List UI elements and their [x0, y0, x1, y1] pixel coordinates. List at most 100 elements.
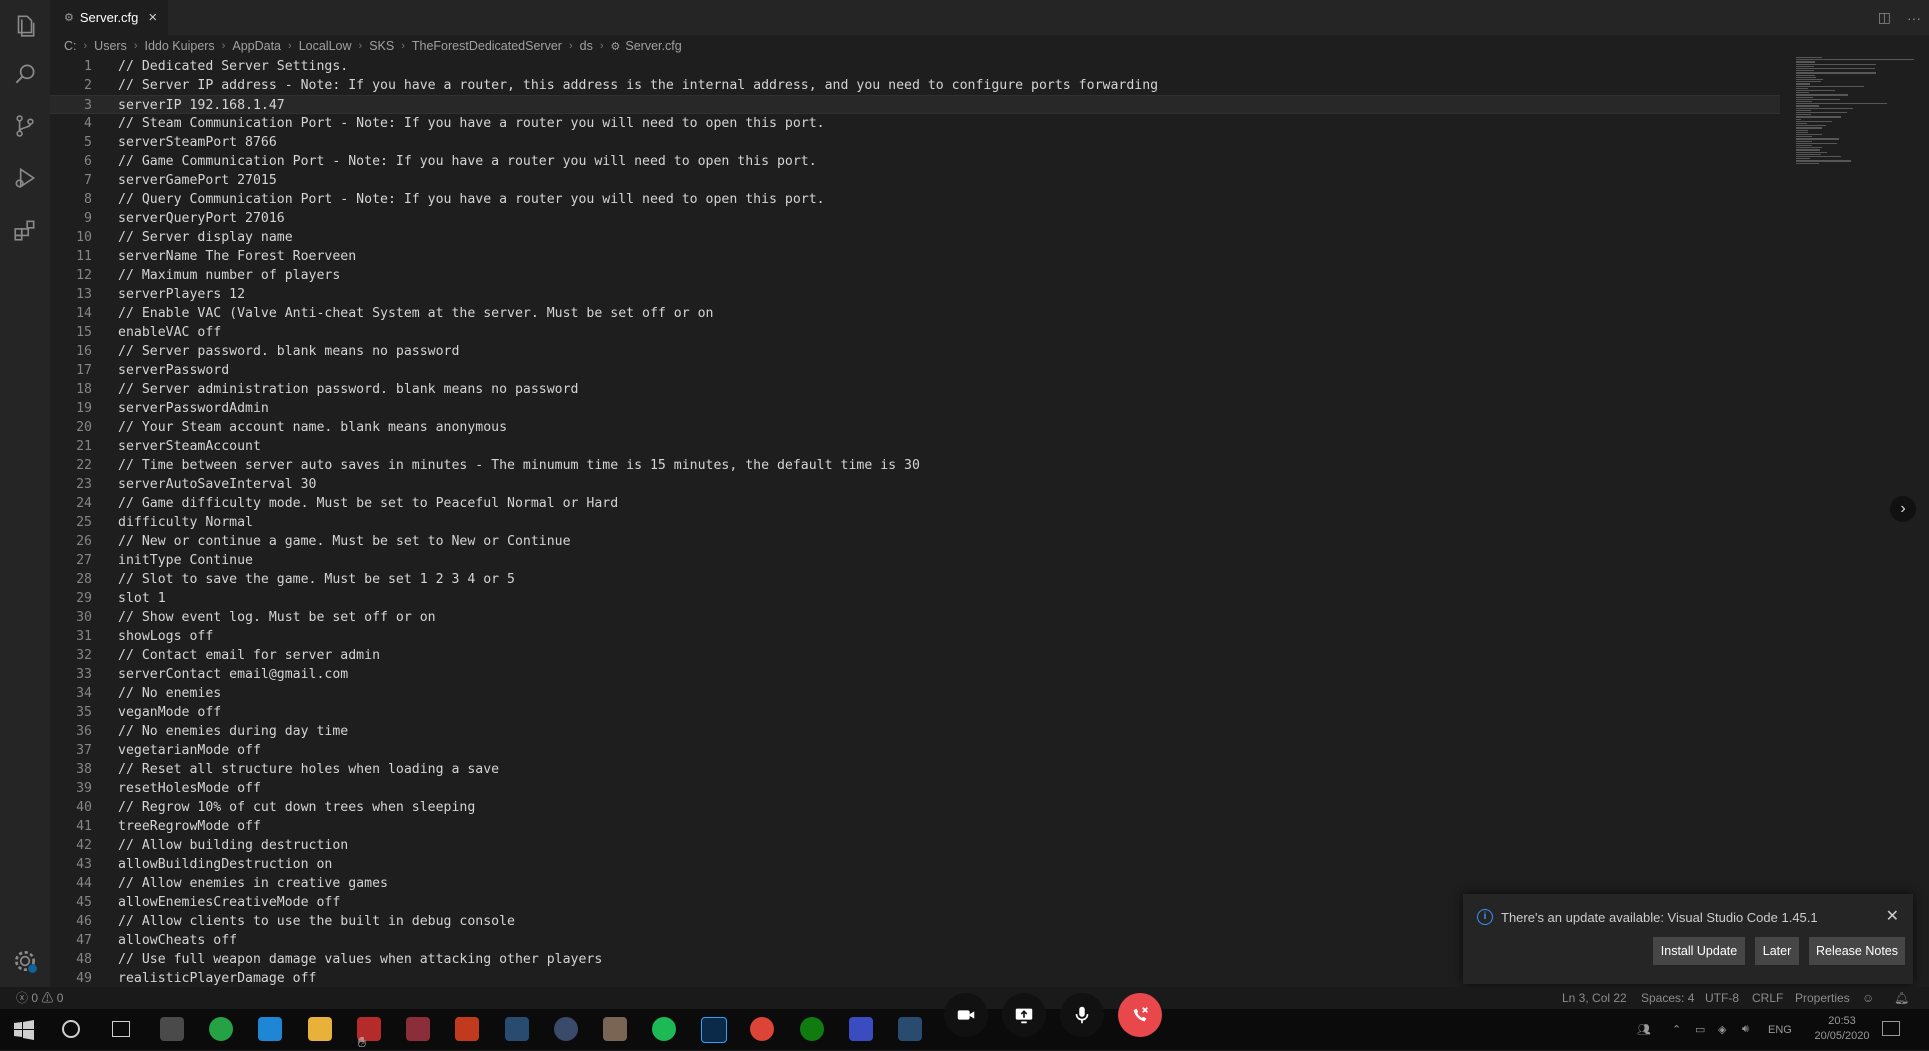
code-line[interactable]: 15 enableVAC off: [50, 323, 1780, 342]
minimap[interactable]: [1796, 57, 1916, 167]
source-control-icon[interactable]: [0, 100, 50, 152]
code-line[interactable]: 18 // Server administration password. bla…: [50, 380, 1780, 399]
run-icon[interactable]: [0, 152, 50, 204]
code-line[interactable]: 23 serverAutoSaveInterval 30: [50, 475, 1780, 494]
breadcrumb-item[interactable]: Iddo Kuipers: [145, 39, 215, 53]
code-line[interactable]: 27 initType Continue: [50, 551, 1780, 570]
app-icon[interactable]: [603, 1017, 627, 1041]
breadcrumb-item[interactable]: Server.cfg: [625, 39, 681, 53]
vscode-icon[interactable]: [258, 1017, 282, 1041]
breadcrumb-item[interactable]: C:: [64, 39, 77, 53]
steam-icon[interactable]: [898, 1017, 922, 1041]
code-line[interactable]: 26 // New or continue a game. Must be set…: [50, 532, 1780, 551]
code-line[interactable]: 20 // Your Steam account name. blank mean…: [50, 418, 1780, 437]
code-line[interactable]: 25 difficulty Normal: [50, 513, 1780, 532]
tray-volume-icon[interactable]: 🔊︎: [1742, 1009, 1749, 1050]
breadcrumb-item[interactable]: ds: [580, 39, 593, 53]
xbox-icon[interactable]: [800, 1017, 824, 1041]
code-line[interactable]: 36 // No enemies during day time: [50, 722, 1780, 741]
folder-icon[interactable]: [308, 1017, 332, 1041]
file-manager-icon[interactable]: [160, 1017, 184, 1041]
indentation[interactable]: Spaces: 4: [1641, 987, 1694, 1009]
tray-chevron-up-icon[interactable]: ⌃: [1672, 1009, 1681, 1050]
code-line[interactable]: 8 // Query Communication Port - Note: If …: [50, 190, 1780, 209]
app-icon[interactable]: [455, 1017, 479, 1041]
clock[interactable]: 20:53 20/05/2020: [1812, 1014, 1872, 1044]
code-line[interactable]: 1 // Dedicated Server Settings.: [50, 57, 1780, 76]
breadcrumb-item[interactable]: AppData: [232, 39, 281, 53]
code-line[interactable]: 4 // Steam Communication Port - Note: If …: [50, 114, 1780, 133]
code-line[interactable]: 37 vegetarianMode off: [50, 741, 1780, 760]
code-line[interactable]: 29 slot 1: [50, 589, 1780, 608]
breadcrumb-item[interactable]: SKS: [369, 39, 394, 53]
vertical-scrollbar[interactable]: [1922, 57, 1929, 987]
action-center-icon[interactable]: [1882, 1021, 1900, 1036]
code-line[interactable]: 21 serverSteamAccount: [50, 437, 1780, 456]
windows-start-icon[interactable]: [14, 1020, 34, 1040]
code-line[interactable]: 3 serverIP 192.168.1.47: [50, 95, 1780, 114]
cursor-position[interactable]: Ln 3, Col 22: [1562, 987, 1627, 1009]
code-line[interactable]: 41 treeRegrowMode off: [50, 817, 1780, 836]
microphone-button[interactable]: [1060, 993, 1104, 1037]
app-icon[interactable]: [554, 1017, 578, 1041]
feedback-icon[interactable]: ☺: [1862, 987, 1874, 1009]
line-endings[interactable]: CRLF: [1752, 987, 1783, 1009]
hang-up-button[interactable]: [1118, 993, 1162, 1037]
language-mode[interactable]: Properties: [1795, 987, 1850, 1009]
search-icon[interactable]: [0, 48, 50, 100]
code-line[interactable]: 2 // Server IP address - Note: If you hav…: [50, 76, 1780, 95]
code-line[interactable]: 40 // Regrow 10% of cut down trees when s…: [50, 798, 1780, 817]
code-line[interactable]: 16 // Server password. blank means no pas…: [50, 342, 1780, 361]
code-line[interactable]: 9 serverQueryPort 27016: [50, 209, 1780, 228]
breadcrumb-item[interactable]: LocalLow: [299, 39, 352, 53]
app-icon[interactable]: [849, 1017, 873, 1041]
screen-share-button[interactable]: [1002, 993, 1046, 1037]
more-actions-icon[interactable]: ···: [1907, 10, 1921, 26]
tab-server-cfg[interactable]: ⚙ Server.cfg ×: [50, 0, 168, 35]
breadcrumb-item[interactable]: Users: [94, 39, 127, 53]
code-line[interactable]: 28 // Slot to save the game. Must be set …: [50, 570, 1780, 589]
code-line[interactable]: 38 // Reset all structure holes when load…: [50, 760, 1780, 779]
tray-people-icon[interactable]: 👥︎: [1637, 1009, 1651, 1050]
code-line[interactable]: 17 serverPassword: [50, 361, 1780, 380]
encoding[interactable]: UTF-8: [1705, 987, 1739, 1009]
code-line[interactable]: 31 showLogs off: [50, 627, 1780, 646]
code-line[interactable]: 6 // Game Communication Port - Note: If y…: [50, 152, 1780, 171]
language-indicator[interactable]: ENG: [1768, 1009, 1792, 1050]
code-line[interactable]: 39 resetHolesMode off: [50, 779, 1780, 798]
code-line[interactable]: 13 serverPlayers 12: [50, 285, 1780, 304]
code-line[interactable]: 43 allowBuildingDestruction on: [50, 855, 1780, 874]
code-line[interactable]: 34 // No enemies: [50, 684, 1780, 703]
camera-button[interactable]: [944, 993, 988, 1037]
problems-indicator[interactable]: ⓧ 0 ⚠ 0: [16, 987, 63, 1009]
later-button[interactable]: Later: [1755, 937, 1799, 965]
code-line[interactable]: 7 serverGamePort 27015: [50, 171, 1780, 190]
code-line[interactable]: 22 // Time between server auto saves in m…: [50, 456, 1780, 475]
code-line[interactable]: 44 // Allow enemies in creative games: [50, 874, 1780, 893]
code-line[interactable]: 35 veganMode off: [50, 703, 1780, 722]
task-view-icon[interactable]: [112, 1021, 130, 1037]
install-update-button[interactable]: Install Update: [1653, 937, 1745, 965]
spotify-icon[interactable]: [652, 1017, 676, 1041]
cortana-icon[interactable]: [62, 1020, 80, 1038]
notifications-bell-icon[interactable]: 🔔︎: [1894, 987, 1909, 1009]
tray-dropbox-icon[interactable]: ◈: [1718, 1009, 1726, 1050]
breadcrumb-item[interactable]: TheForestDedicatedServer: [412, 39, 562, 53]
code-line[interactable]: 19 serverPasswordAdmin: [50, 399, 1780, 418]
files-icon[interactable]: [0, 0, 50, 52]
code-line[interactable]: 24 // Game difficulty mode. Must be set t…: [50, 494, 1780, 513]
chrome-icon[interactable]: [750, 1017, 774, 1041]
app-icon[interactable]: [406, 1017, 430, 1041]
close-icon[interactable]: ×: [148, 9, 157, 26]
tray-network-icon[interactable]: ▭: [1695, 1009, 1705, 1050]
code-line[interactable]: 12 // Maximum number of players: [50, 266, 1780, 285]
extensions-icon[interactable]: [0, 204, 50, 256]
code-line[interactable]: 42 // Allow building destruction: [50, 836, 1780, 855]
release-notes-button[interactable]: Release Notes: [1809, 937, 1905, 965]
steam-icon[interactable]: [505, 1017, 529, 1041]
settings-gear-icon[interactable]: [0, 935, 50, 987]
code-line[interactable]: 10 // Server display name: [50, 228, 1780, 247]
photoshop-icon[interactable]: [701, 1017, 727, 1043]
split-editor-icon[interactable]: ◫: [1878, 9, 1891, 26]
code-line[interactable]: 30 // Show event log. Must be set off or …: [50, 608, 1780, 627]
